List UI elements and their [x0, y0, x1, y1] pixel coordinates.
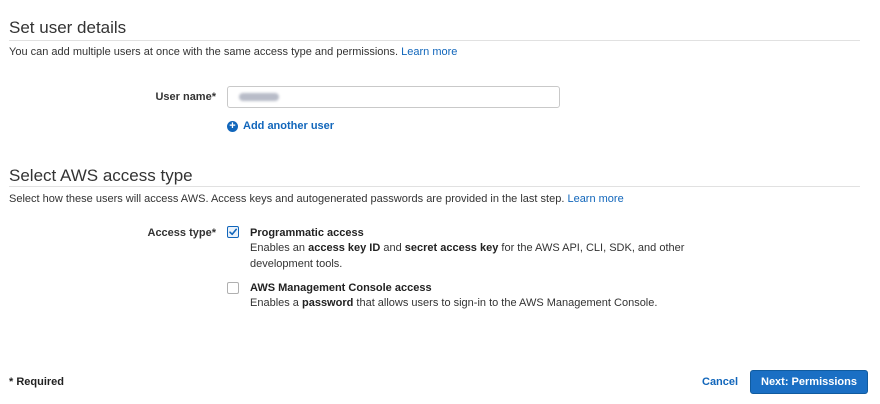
desc-text: and [380, 242, 405, 254]
next-permissions-button[interactable]: Next: Permissions [750, 370, 868, 394]
user-name-label: User name* [155, 91, 216, 103]
redacted-user-name [239, 93, 279, 101]
section-title-access-type: Select AWS access type [9, 166, 193, 185]
desc-bold: secret access key [404, 242, 499, 254]
programmatic-access-title: Programmatic access [250, 227, 364, 239]
cancel-button[interactable]: Cancel [702, 376, 738, 388]
desc-text: Enables an [250, 242, 309, 254]
divider [9, 40, 860, 41]
desc-bold: password [301, 297, 354, 309]
learn-more-link[interactable]: Learn more [401, 46, 457, 58]
divider [9, 186, 860, 187]
programmatic-access-description: Enables an access key ID and secret acce… [250, 240, 740, 272]
desc-bold: access key ID [308, 242, 381, 254]
add-another-user-button[interactable]: + Add another user [227, 120, 334, 132]
console-access-title: AWS Management Console access [250, 282, 432, 294]
programmatic-access-checkbox[interactable] [227, 226, 239, 238]
section-title-user-details: Set user details [9, 18, 127, 37]
section-description-text: You can add multiple users at once with … [9, 46, 399, 58]
required-note: * Required [9, 376, 65, 388]
checkmark-icon [229, 228, 237, 236]
section-description-text: Select how these users will access AWS. … [9, 193, 565, 205]
section-description: Select how these users will access AWS. … [9, 193, 624, 205]
console-access-checkbox[interactable] [227, 282, 239, 294]
add-another-user-label: Add another user [243, 120, 335, 132]
plus-circle-icon: + [227, 120, 238, 132]
desc-text: that allows users to sign-in to the AWS … [353, 297, 658, 309]
user-name-field-wrap [227, 86, 560, 108]
desc-text: Enables a [250, 297, 302, 309]
section-description: You can add multiple users at once with … [9, 46, 457, 58]
learn-more-link[interactable]: Learn more [567, 193, 623, 205]
access-type-label: Access type* [147, 227, 217, 239]
console-access-description: Enables a password that allows users to … [250, 295, 740, 311]
